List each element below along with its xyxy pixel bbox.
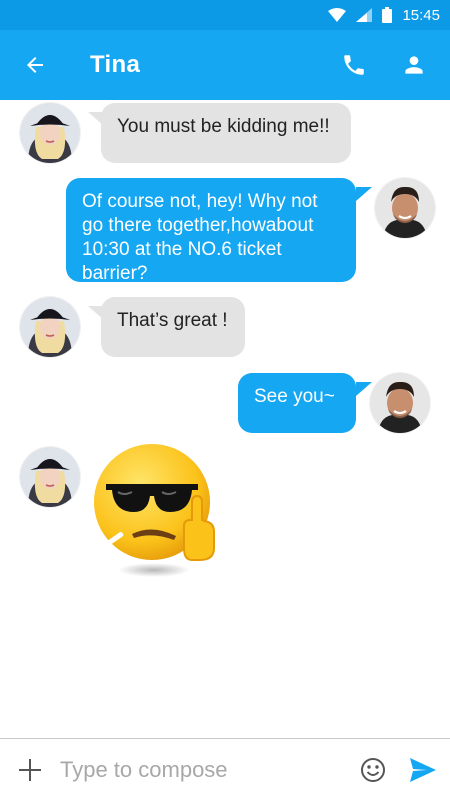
sunglasses-emoji-icon — [94, 444, 215, 577]
chat-thread[interactable]: You must be kidding me!! Of course not, … — [0, 100, 450, 738]
avatar-tina[interactable] — [20, 103, 80, 163]
send-icon — [410, 757, 436, 782]
message-bubble-outgoing[interactable]: Of course not, hey! Why not go there tog… — [66, 178, 356, 284]
avatar-me[interactable] — [370, 373, 430, 433]
woman-avatar-image — [20, 447, 80, 507]
status-time: 15:45 — [402, 6, 440, 24]
message-text: Of course not, hey! Why not go there tog… — [82, 191, 318, 284]
call-button[interactable] — [324, 30, 384, 100]
message-bubble-incoming[interactable]: That’s great ! — [101, 297, 245, 357]
add-attachment-button[interactable] — [0, 739, 60, 800]
person-icon — [405, 56, 423, 74]
battery-icon — [382, 7, 393, 23]
woman-avatar-image — [20, 297, 80, 357]
plus-icon — [19, 758, 41, 781]
app-bar: Tina — [0, 30, 450, 100]
bubble-tail — [356, 187, 372, 201]
message-text: You must be kidding me!! — [117, 116, 330, 137]
avatar-tina[interactable] — [20, 447, 80, 507]
contact-name-title: Tina — [90, 51, 141, 78]
smiley-icon — [361, 757, 385, 782]
avatar-tina[interactable] — [20, 297, 80, 357]
man-avatar-image — [370, 373, 430, 433]
back-button[interactable] — [0, 30, 70, 100]
wifi-icon — [328, 8, 347, 22]
compose-input[interactable] — [60, 749, 350, 790]
phone-icon — [344, 55, 364, 75]
bubble-tail — [356, 382, 372, 396]
send-button[interactable] — [396, 739, 450, 800]
status-bar: 15:45 — [0, 0, 450, 30]
sunglasses-emoji-sticker[interactable] — [92, 440, 232, 580]
cell-signal-icon — [356, 8, 373, 22]
avatar-me[interactable] — [375, 178, 435, 238]
compose-bar — [0, 738, 450, 800]
message-bubble-incoming[interactable]: You must be kidding me!! — [101, 103, 351, 163]
contact-profile-button[interactable] — [384, 30, 444, 100]
message-text: See you~ — [254, 386, 335, 407]
woman-avatar-image — [20, 103, 80, 163]
emoji-button[interactable] — [350, 739, 396, 800]
man-avatar-image — [375, 178, 435, 238]
message-text: That’s great ! — [117, 310, 228, 331]
message-bubble-outgoing[interactable]: See you~ — [238, 373, 356, 433]
arrow-left-icon — [27, 57, 43, 73]
